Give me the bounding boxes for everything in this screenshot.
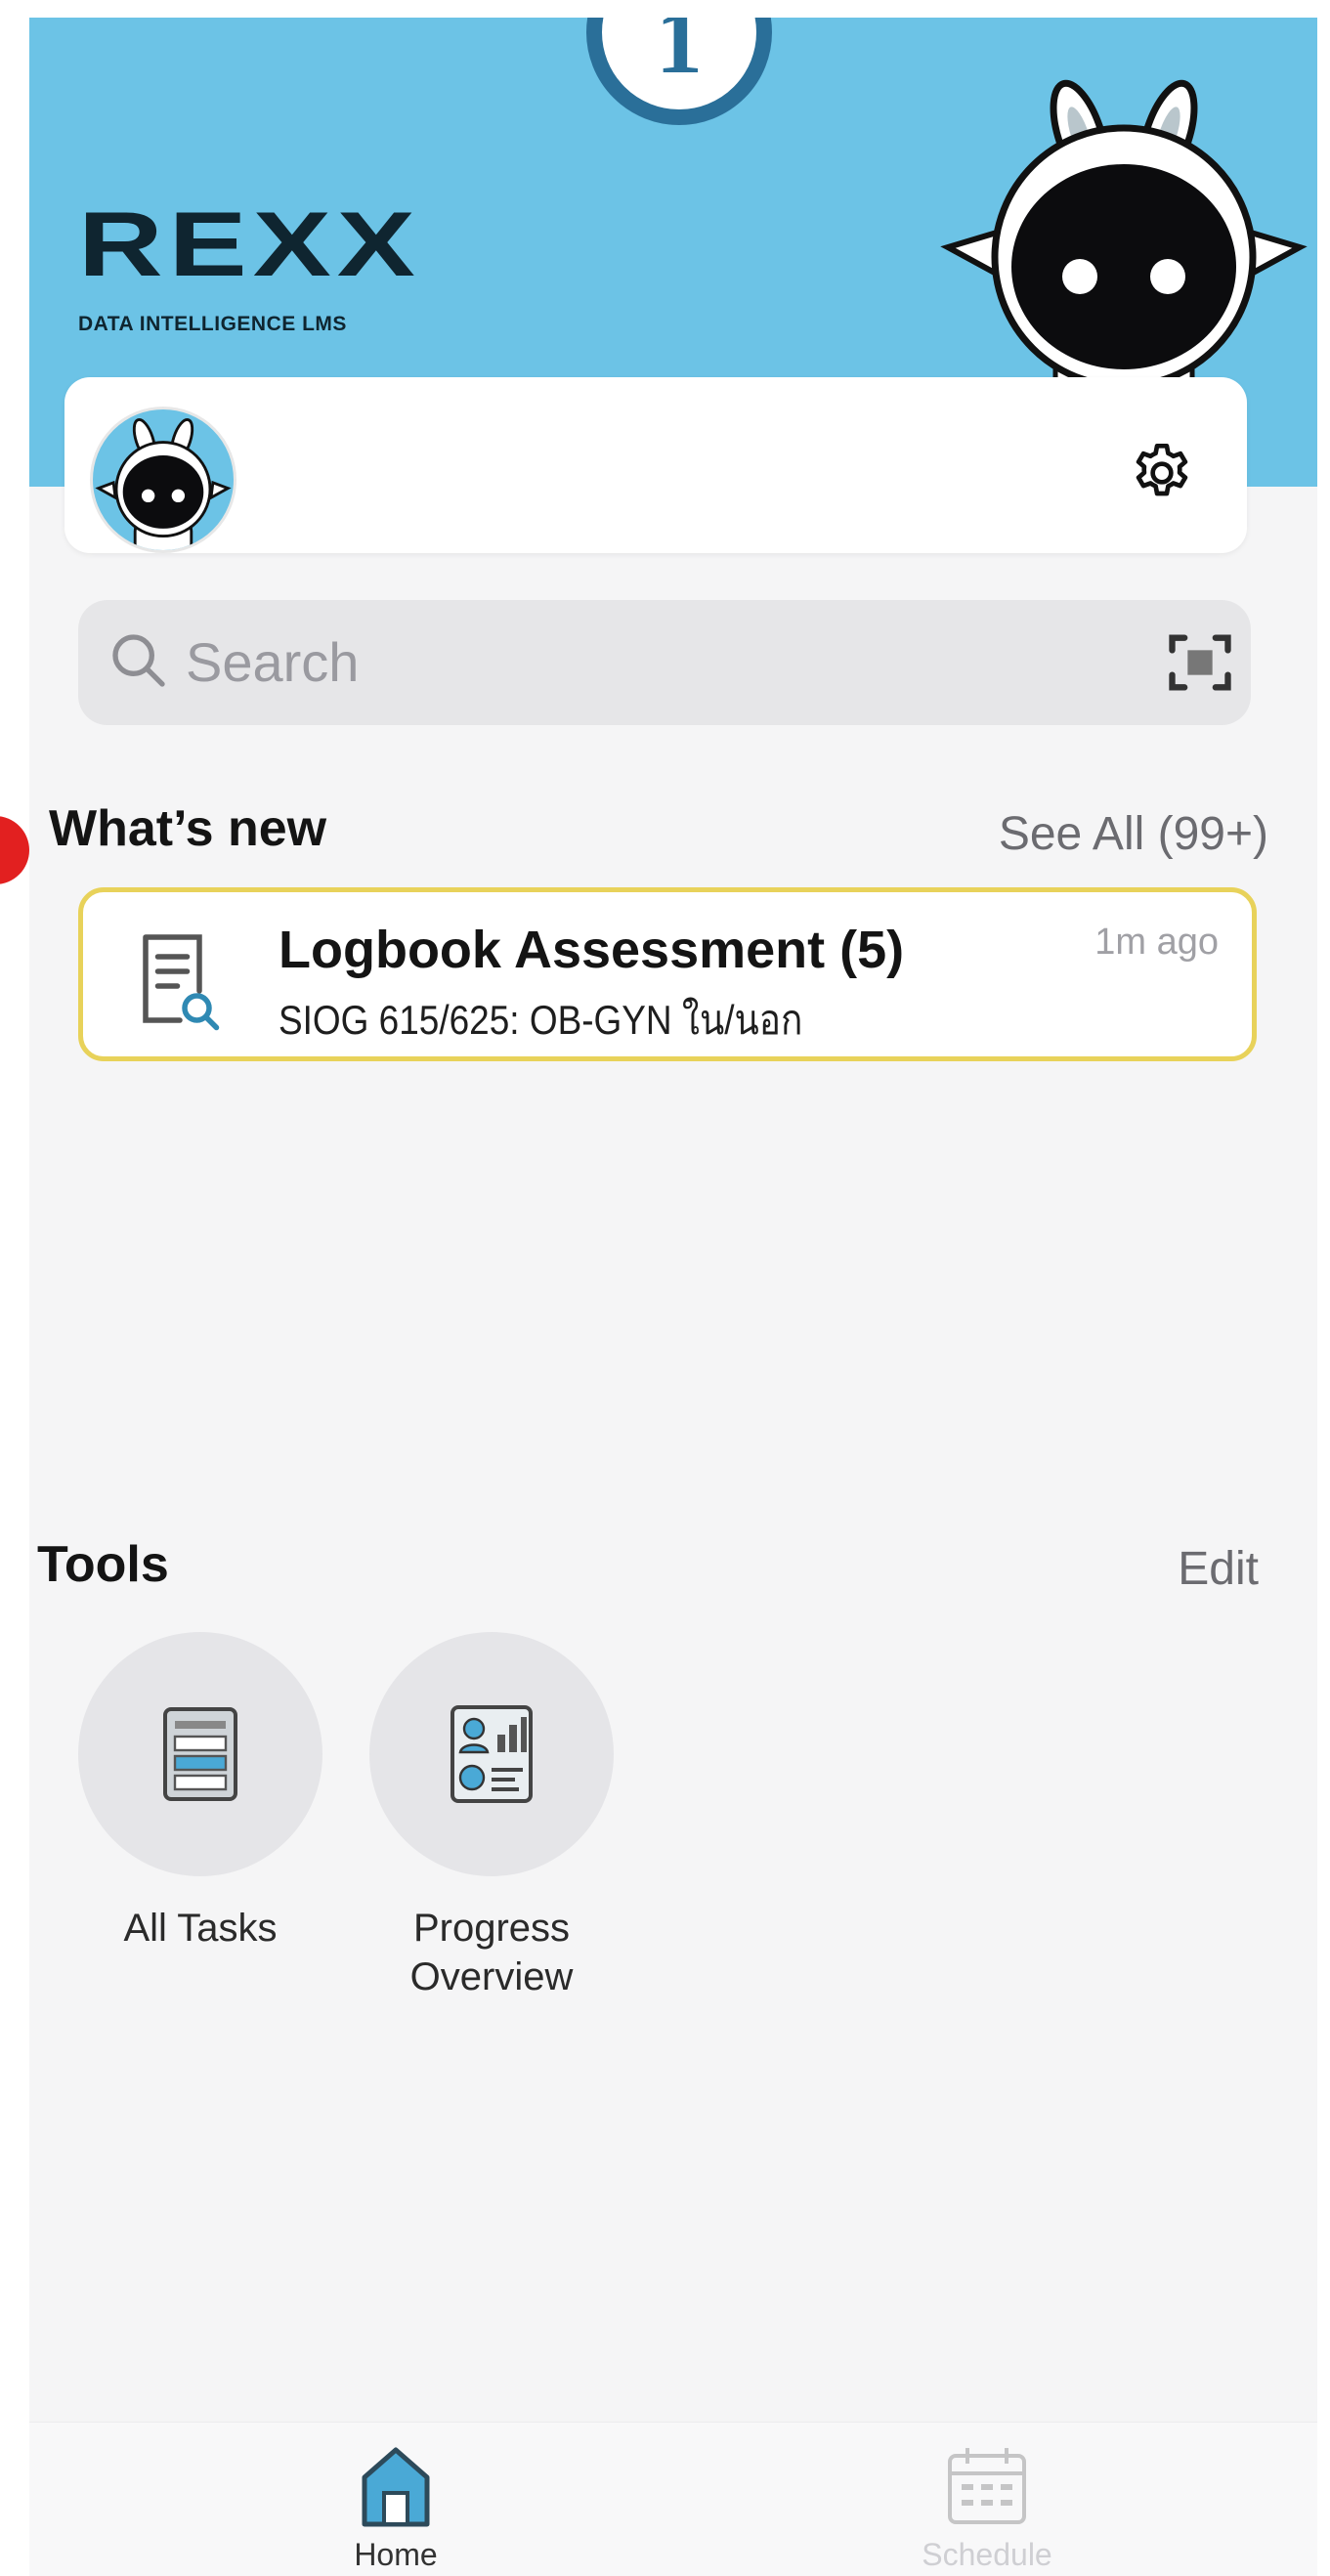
calendar-icon (948, 2448, 1026, 2524)
tool-all-tasks[interactable]: All Tasks (73, 1632, 327, 1953)
search-icon (112, 634, 165, 687)
news-item-time: 1m ago (1094, 922, 1219, 963)
task-list-icon (163, 1707, 237, 1801)
user-avatar[interactable] (90, 407, 236, 553)
mascot-illustration (940, 79, 1308, 408)
mascot-avatar-icon (95, 418, 232, 550)
tool-icon-circle (78, 1632, 322, 1876)
whats-new-heading: What’s new (49, 800, 327, 857)
tools-edit-link[interactable]: Edit (1178, 1542, 1259, 1596)
tool-label: Progress Overview (409, 1907, 574, 1998)
settings-gear-icon[interactable] (1125, 436, 1199, 510)
app-screen: REXX DATA INTELLIGENCE LMS 1 Search What… (29, 18, 1317, 2576)
red-dot-marker (0, 816, 29, 884)
document-search-icon (143, 934, 220, 1031)
rexx-logo: REXX DATA INTELLIGENCE LMS (78, 193, 421, 335)
nav-label-schedule: Schedule (922, 2537, 1052, 2572)
home-icon (362, 2447, 430, 2527)
tool-label: All Tasks (123, 1907, 278, 1950)
see-all-link[interactable]: See All (99+) (999, 807, 1268, 861)
profile-card[interactable] (64, 377, 1247, 553)
logo-word: REXX (78, 193, 421, 296)
tool-icon-circle (369, 1632, 614, 1876)
tools-heading: Tools (37, 1536, 169, 1593)
search-bar[interactable] (78, 600, 1251, 725)
qr-scan-icon[interactable] (1163, 625, 1237, 700)
nav-label-home: Home (354, 2537, 438, 2572)
news-item-subtitle: SIOG 615/625: OB-GYN ใน/นอก (279, 997, 803, 1043)
progress-chart-icon (450, 1705, 533, 1803)
whats-new-card[interactable]: Logbook Assessment (5) SIOG 615/625: OB-… (78, 887, 1257, 1061)
nav-home[interactable]: Home (288, 2442, 503, 2573)
step-number: 1 (656, 18, 703, 93)
nav-schedule[interactable]: Schedule (880, 2442, 1094, 2573)
search-input[interactable] (186, 600, 1065, 725)
tool-progress-overview[interactable]: Progress Overview (365, 1632, 619, 2001)
logo-tagline: DATA INTELLIGENCE LMS (78, 313, 347, 335)
bottom-nav-bar: Home Schedule (29, 2422, 1317, 2576)
news-item-title: Logbook Assessment (5) (279, 921, 905, 979)
